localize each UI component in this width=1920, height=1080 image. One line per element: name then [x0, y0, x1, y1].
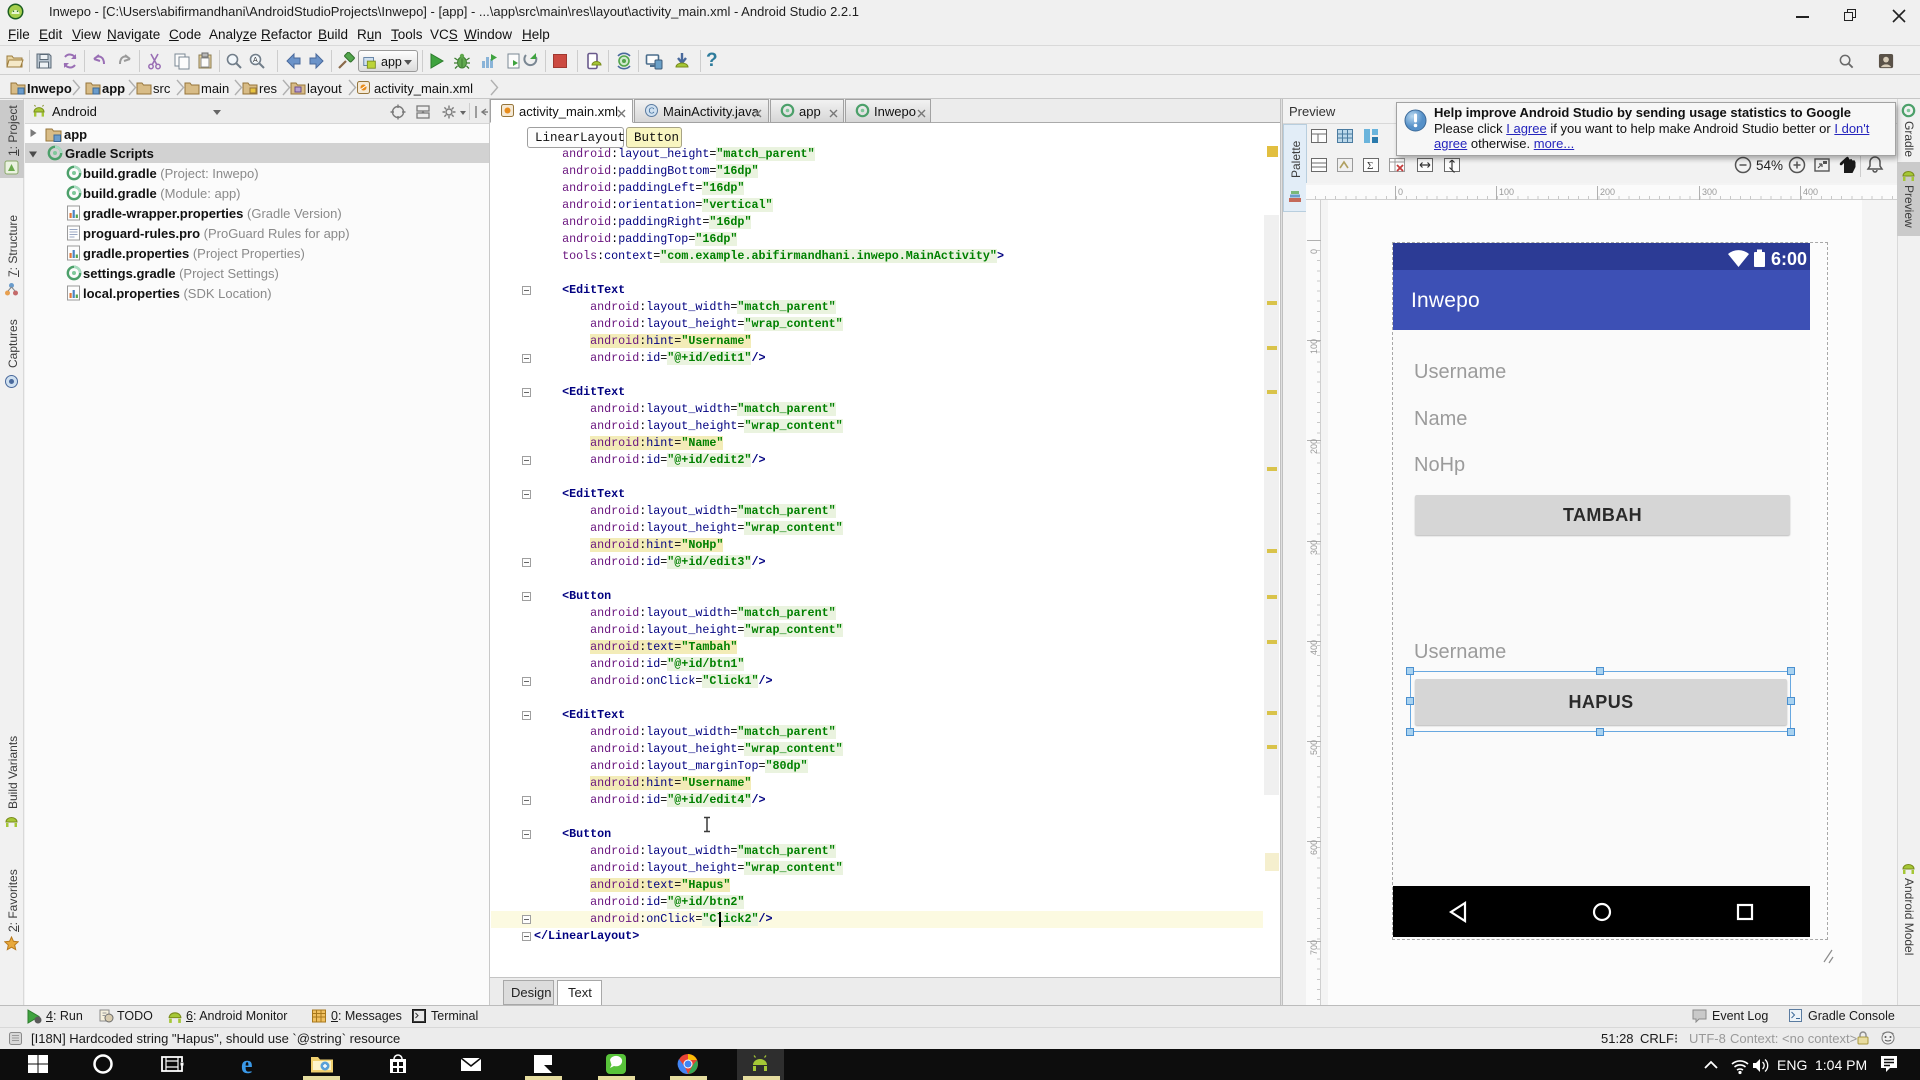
svg-text:A: A — [253, 57, 258, 64]
svg-text:C: C — [649, 106, 655, 116]
svg-text:Σ: Σ — [1367, 160, 1373, 172]
svg-text:e: e — [241, 1052, 253, 1076]
